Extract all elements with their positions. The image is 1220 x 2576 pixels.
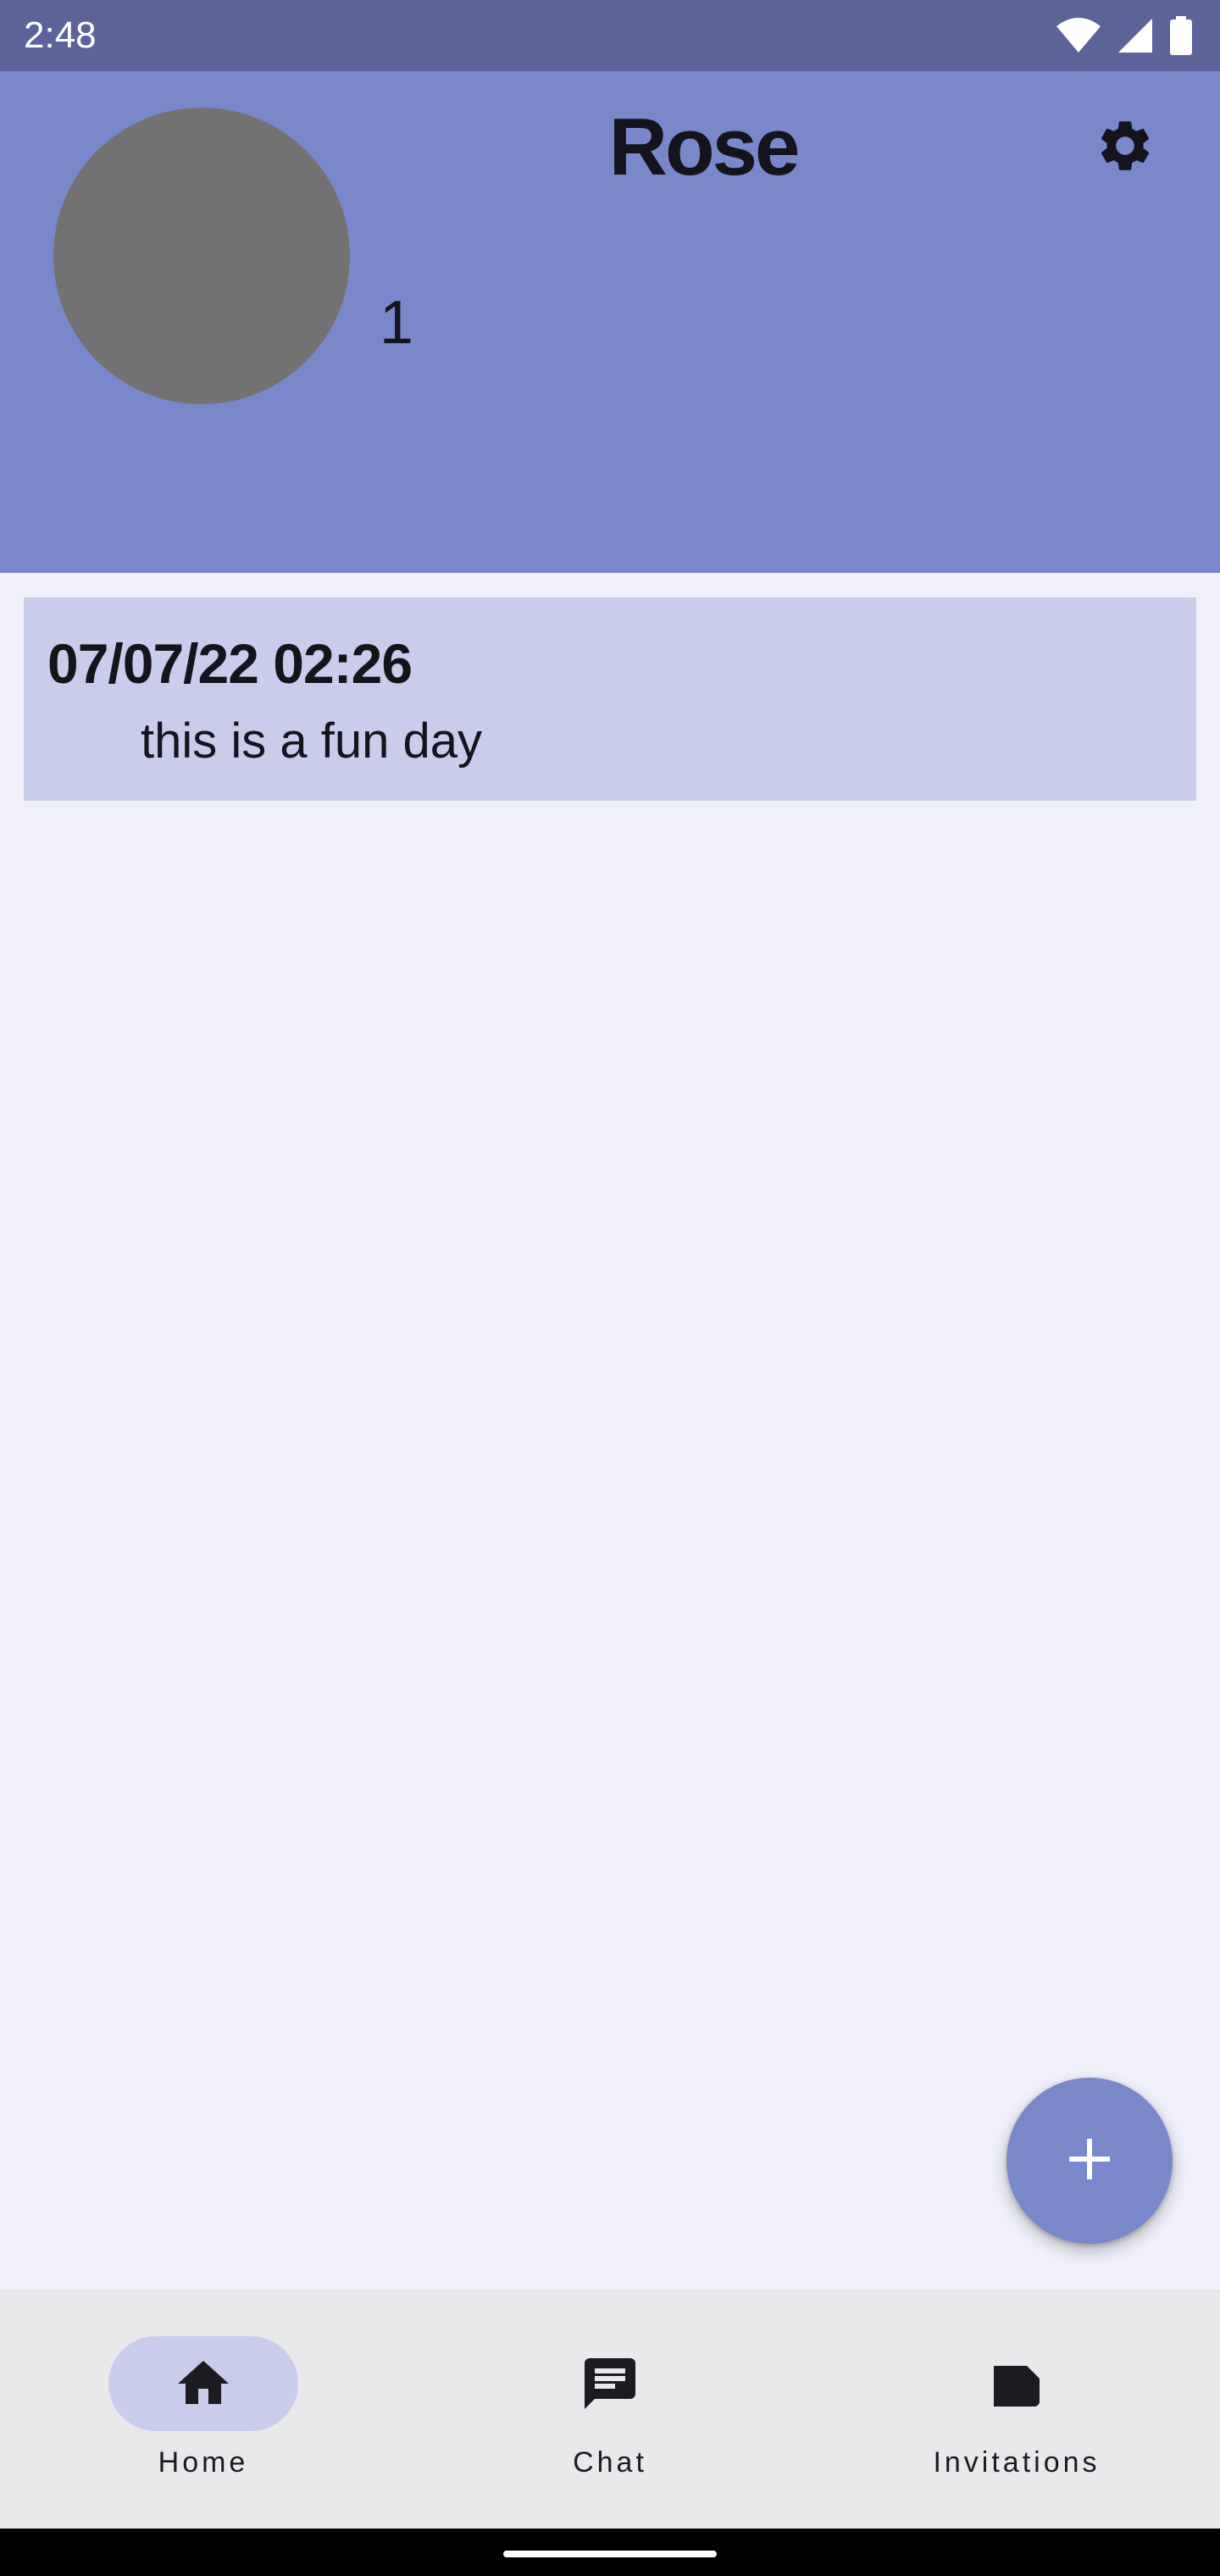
post-count: 1	[380, 289, 414, 357]
status-icons	[1056, 16, 1193, 55]
post-card[interactable]: 07/07/22 02:26 this is a fun day	[24, 597, 1196, 801]
status-time: 2:48	[24, 14, 97, 56]
profile-header: Rose 1	[0, 71, 1220, 573]
nav-label-invitations: Invitations	[933, 2446, 1101, 2479]
gear-icon	[1095, 115, 1156, 180]
nav-item-home[interactable]: Home	[0, 2290, 407, 2529]
nav-item-invitations[interactable]: Invitations	[813, 2290, 1220, 2529]
system-navigation-bar	[0, 2529, 1220, 2576]
wifi-icon	[1056, 17, 1101, 54]
settings-button[interactable]	[1091, 114, 1159, 181]
bottom-navigation: Home Chat Invitations	[0, 2290, 1220, 2529]
status-bar: 2:48	[0, 0, 1220, 71]
post-text: this is a fun day	[141, 713, 482, 769]
battery-icon	[1169, 16, 1193, 55]
nav-label-chat: Chat	[573, 2446, 647, 2479]
post-date: 07/07/22 02:26	[47, 632, 413, 695]
gesture-handle[interactable]	[503, 2551, 717, 2557]
nav-item-chat[interactable]: Chat	[407, 2290, 813, 2529]
signal-icon	[1117, 17, 1154, 54]
profile-name: Rose	[608, 102, 801, 192]
chat-icon	[576, 2350, 644, 2418]
home-icon	[169, 2350, 237, 2418]
plus-icon	[1066, 2135, 1113, 2187]
nav-label-home: Home	[158, 2446, 249, 2479]
invitations-icon	[983, 2350, 1051, 2418]
add-post-button[interactable]	[1006, 2078, 1173, 2244]
avatar[interactable]	[53, 108, 350, 404]
